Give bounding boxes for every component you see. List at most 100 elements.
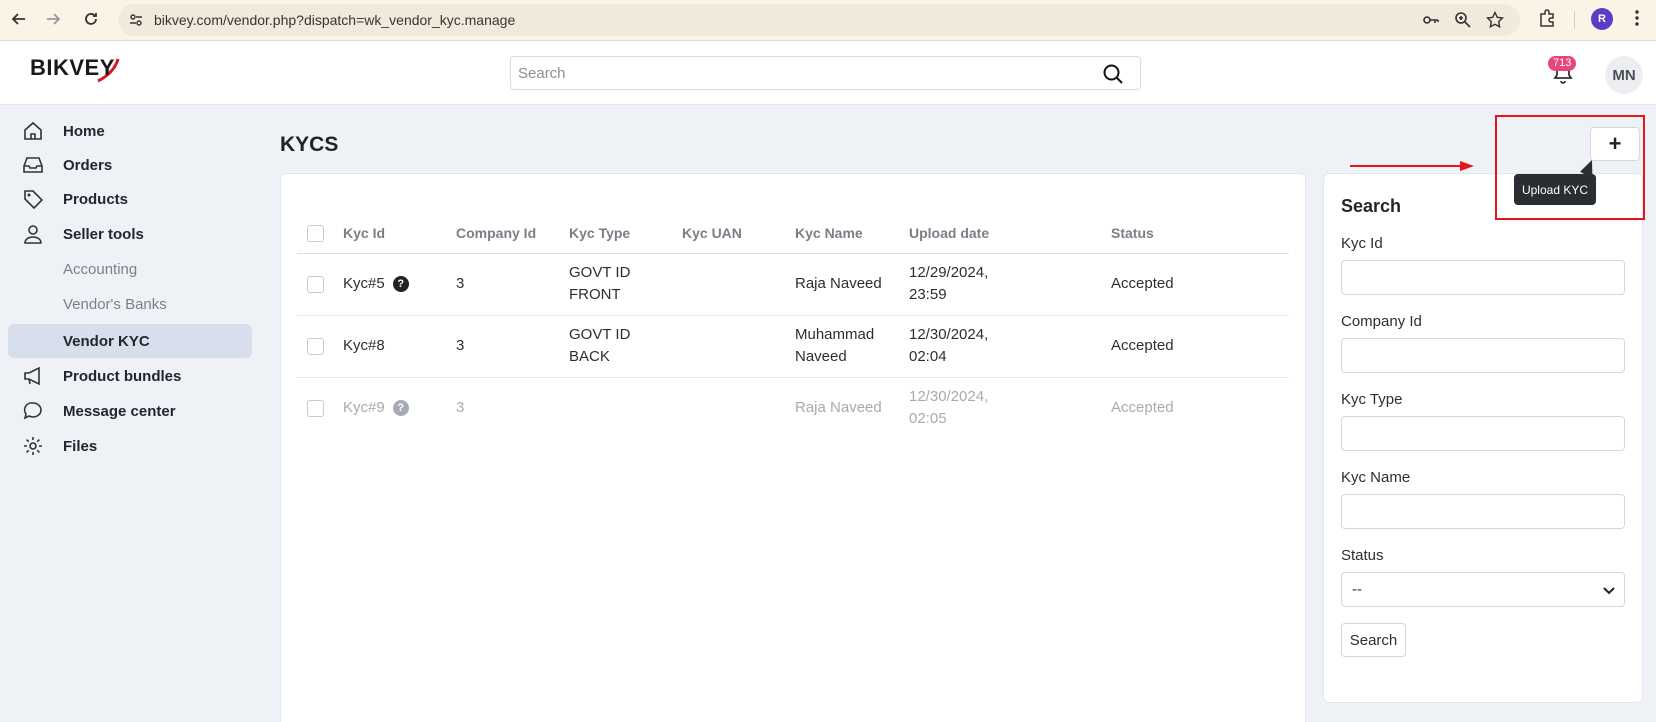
browser-toolbar: bikvey.com/vendor.php?dispatch=wk_vendor… <box>0 0 1656 41</box>
upload-date-line: 12/30/2024, <box>909 388 989 406</box>
kyc-id-link[interactable]: Kyc#8 <box>343 337 385 354</box>
table-row: Kyc#9? 3 Raja Naveed 12/30/2024, 02:05 Ac… <box>297 377 1289 439</box>
column-header-kyc-name[interactable]: Kyc Name <box>795 214 909 254</box>
row-checkbox[interactable] <box>307 337 324 355</box>
sidebar-item-label: Products <box>63 190 129 208</box>
row-checkbox[interactable] <box>307 399 324 417</box>
column-header-company-id[interactable]: Company Id <box>456 214 569 254</box>
column-header-kyc-id[interactable]: Kyc Id <box>343 214 456 254</box>
kyc-name-line: Raja Naveed <box>795 275 882 292</box>
sidebar-item-label: Product bundles <box>63 367 182 385</box>
kyc-name-field[interactable] <box>1341 494 1625 529</box>
upload-date-cell: 12/29/2024, 23:59 <box>909 253 1111 316</box>
search-button[interactable]: Search <box>1341 623 1406 657</box>
sidebar-item-label: Files <box>63 437 98 455</box>
upload-date-cell: 12/30/2024, 02:04 <box>909 315 1111 378</box>
kyc-type-line: GOVT ID <box>569 326 631 343</box>
status-cell: Accepted <box>1111 253 1289 316</box>
kyc-uan-cell <box>682 253 795 316</box>
sidebar-item-message-center[interactable]: Message center <box>8 394 252 428</box>
chevron-down-icon <box>1603 587 1615 595</box>
address-bar[interactable]: bikvey.com/vendor.php?dispatch=wk_vendor… <box>118 4 1520 36</box>
notification-badge: 713 <box>1548 56 1577 71</box>
column-header-upload-date[interactable]: Upload date <box>909 214 1111 254</box>
row-select-cell <box>297 315 343 378</box>
column-header-kyc-type[interactable]: Kyc Type <box>569 214 682 254</box>
row-select-cell <box>297 377 343 439</box>
url-text[interactable]: bikvey.com/vendor.php?dispatch=wk_vendor… <box>154 12 515 28</box>
sidebar-item-product-bundles[interactable]: Product bundles <box>8 359 252 393</box>
extensions-icon[interactable] <box>1537 8 1557 28</box>
more-menu-icon[interactable] <box>1627 8 1647 28</box>
kyc-table: Kyc Id Company Id Kyc Type Kyc UAN Kyc N… <box>297 214 1289 439</box>
help-icon[interactable]: ? <box>392 400 409 417</box>
sidebar: Home Orders Products Seller tools Accoun… <box>0 106 260 722</box>
zoom-icon[interactable] <box>1454 11 1472 29</box>
row-checkbox[interactable] <box>307 275 324 293</box>
kyc-id-cell: Kyc#9? <box>343 377 456 439</box>
kyc-name-line: Naveed <box>795 348 847 365</box>
kyc-name-cell: Raja Naveed <box>795 253 909 316</box>
company-id-cell: 3 <box>456 253 569 316</box>
kyc-id-link[interactable]: Kyc#5 <box>343 275 385 292</box>
search-filter-panel: Search Kyc Id Company Id Kyc Type Kyc Na… <box>1323 173 1643 703</box>
sidebar-item-seller-tools[interactable]: Seller tools <box>8 217 252 251</box>
kyc-id-link[interactable]: Kyc#9 <box>343 399 385 416</box>
search-icon[interactable] <box>1102 63 1124 85</box>
upload-date-cell: 12/30/2024, 02:05 <box>909 377 1111 439</box>
brand-logo[interactable]: BIKVEY <box>30 55 115 81</box>
kyc-table-panel: Kyc Id Company Id Kyc Type Kyc UAN Kyc N… <box>280 173 1306 722</box>
sidebar-item-accounting[interactable]: Accounting <box>8 252 252 286</box>
reload-icon[interactable] <box>78 6 104 32</box>
home-icon <box>24 121 42 140</box>
app-header: BIKVEY 713 MN <box>0 41 1656 105</box>
column-header-status[interactable]: Status <box>1111 214 1289 254</box>
sidebar-item-home[interactable]: Home <box>8 114 252 148</box>
user-icon <box>24 225 42 244</box>
site-settings-icon[interactable] <box>128 12 144 28</box>
kyc-type-field[interactable] <box>1341 416 1625 451</box>
forward-icon[interactable] <box>40 6 66 32</box>
kyc-id-cell: Kyc#8 <box>343 315 456 378</box>
kyc-uan-cell <box>682 315 795 378</box>
company-id-cell: 3 <box>456 315 569 378</box>
sidebar-item-label: Message center <box>63 402 176 420</box>
sidebar-item-files[interactable]: Files <box>8 429 252 463</box>
upload-time-line: 02:04 <box>909 348 947 365</box>
user-avatar[interactable]: MN <box>1605 56 1643 94</box>
sidebar-item-label: Vendor KYC <box>63 332 150 350</box>
status-select[interactable]: -- <box>1341 572 1625 607</box>
table-row: Kyc#5? 3 GOVT ID FRONT Raja Naveed 12/29/… <box>297 253 1289 316</box>
upload-time-line: 02:05 <box>909 410 947 428</box>
key-icon[interactable] <box>1422 11 1440 29</box>
kyc-type-line: GOVT ID <box>569 264 631 281</box>
search-input[interactable] <box>511 57 1071 89</box>
upload-date-line: 12/30/2024, <box>909 326 989 343</box>
star-icon[interactable] <box>1486 11 1504 29</box>
global-search[interactable] <box>510 56 1141 90</box>
status-cell: Accepted <box>1111 399 1174 417</box>
company-id-label: Company Id <box>1341 313 1422 330</box>
sidebar-item-orders[interactable]: Orders <box>8 148 252 182</box>
table-row: Kyc#8 3 GOVT ID BACK Muhammad Naveed 12/30… <box>297 315 1289 378</box>
kyc-name-line: Muhammad <box>795 326 875 343</box>
company-id-field[interactable] <box>1341 338 1625 373</box>
kyc-name-cell: Muhammad Naveed <box>795 315 909 378</box>
browser-profile-avatar[interactable]: R <box>1591 8 1613 30</box>
kyc-type-cell: GOVT ID FRONT <box>569 253 682 316</box>
upload-time-line: 23:59 <box>909 286 947 303</box>
status-selected-value: -- <box>1352 581 1362 598</box>
select-all-checkbox[interactable] <box>307 225 324 243</box>
page-title: KYCS <box>280 133 339 156</box>
back-icon[interactable] <box>6 6 32 32</box>
kyc-id-field[interactable] <box>1341 260 1625 295</box>
column-header-kyc-uan[interactable]: Kyc UAN <box>682 214 795 254</box>
sidebar-item-label: Orders <box>63 156 113 174</box>
sidebar-item-label: Home <box>63 122 105 140</box>
sidebar-item-vendors-banks[interactable]: Vendor's Banks <box>8 287 252 321</box>
chat-icon <box>23 402 42 420</box>
help-icon[interactable]: ? <box>392 276 409 293</box>
sidebar-item-products[interactable]: Products <box>8 182 252 216</box>
sidebar-item-vendor-kyc[interactable]: Vendor KYC <box>8 324 252 358</box>
kyc-uan-cell <box>682 377 795 439</box>
